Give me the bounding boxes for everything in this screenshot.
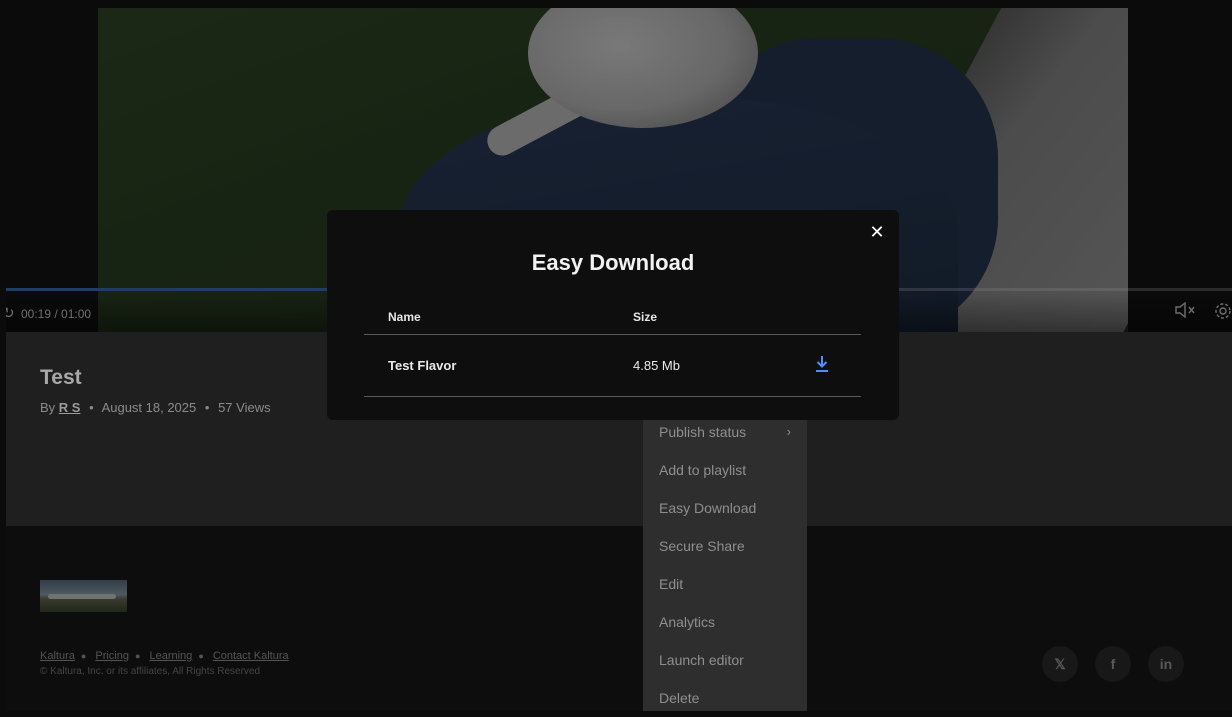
close-icon[interactable]: ✕ (867, 222, 887, 242)
row-divider (364, 396, 861, 397)
menu-item-easy-download[interactable]: Easy Download (643, 489, 807, 527)
column-header-name: Name (388, 310, 421, 324)
flavor-name: Test Flavor (388, 358, 457, 373)
easy-download-modal: ✕ Easy Download Name Size Test Flavor 4.… (327, 210, 899, 420)
download-icon[interactable] (814, 355, 830, 373)
entry-meta: By R S • August 18, 2025 • 57 Views (40, 400, 271, 415)
footer: Kaltura ● Pricing ● Learning ● Contact Kalt… (6, 526, 1232, 711)
entry-date: August 18, 2025 (101, 400, 197, 415)
menu-item-secure-share[interactable]: Secure Share (643, 527, 807, 565)
by-label: By (40, 400, 56, 415)
menu-item-edit[interactable]: Edit (643, 565, 807, 603)
entry-title: Test (40, 366, 82, 389)
modal-title: Easy Download (531, 250, 695, 275)
header-divider (364, 334, 861, 335)
menu-item-add-to-playlist[interactable]: Add to playlist (643, 451, 807, 489)
flavor-size: 4.85 Mb (633, 358, 680, 373)
menu-item-launch-editor[interactable]: Launch editor (643, 641, 807, 679)
actions-menu: Publish status › Add to playlist Easy Dow… (643, 410, 807, 711)
menu-item-analytics[interactable]: Analytics (643, 603, 807, 641)
author-link[interactable]: R S (59, 400, 81, 415)
menu-item-delete[interactable]: Delete (643, 679, 807, 717)
column-header-size: Size (633, 310, 658, 324)
footer-dimmer (6, 526, 1232, 711)
entry-views: 57 Views (218, 400, 271, 415)
